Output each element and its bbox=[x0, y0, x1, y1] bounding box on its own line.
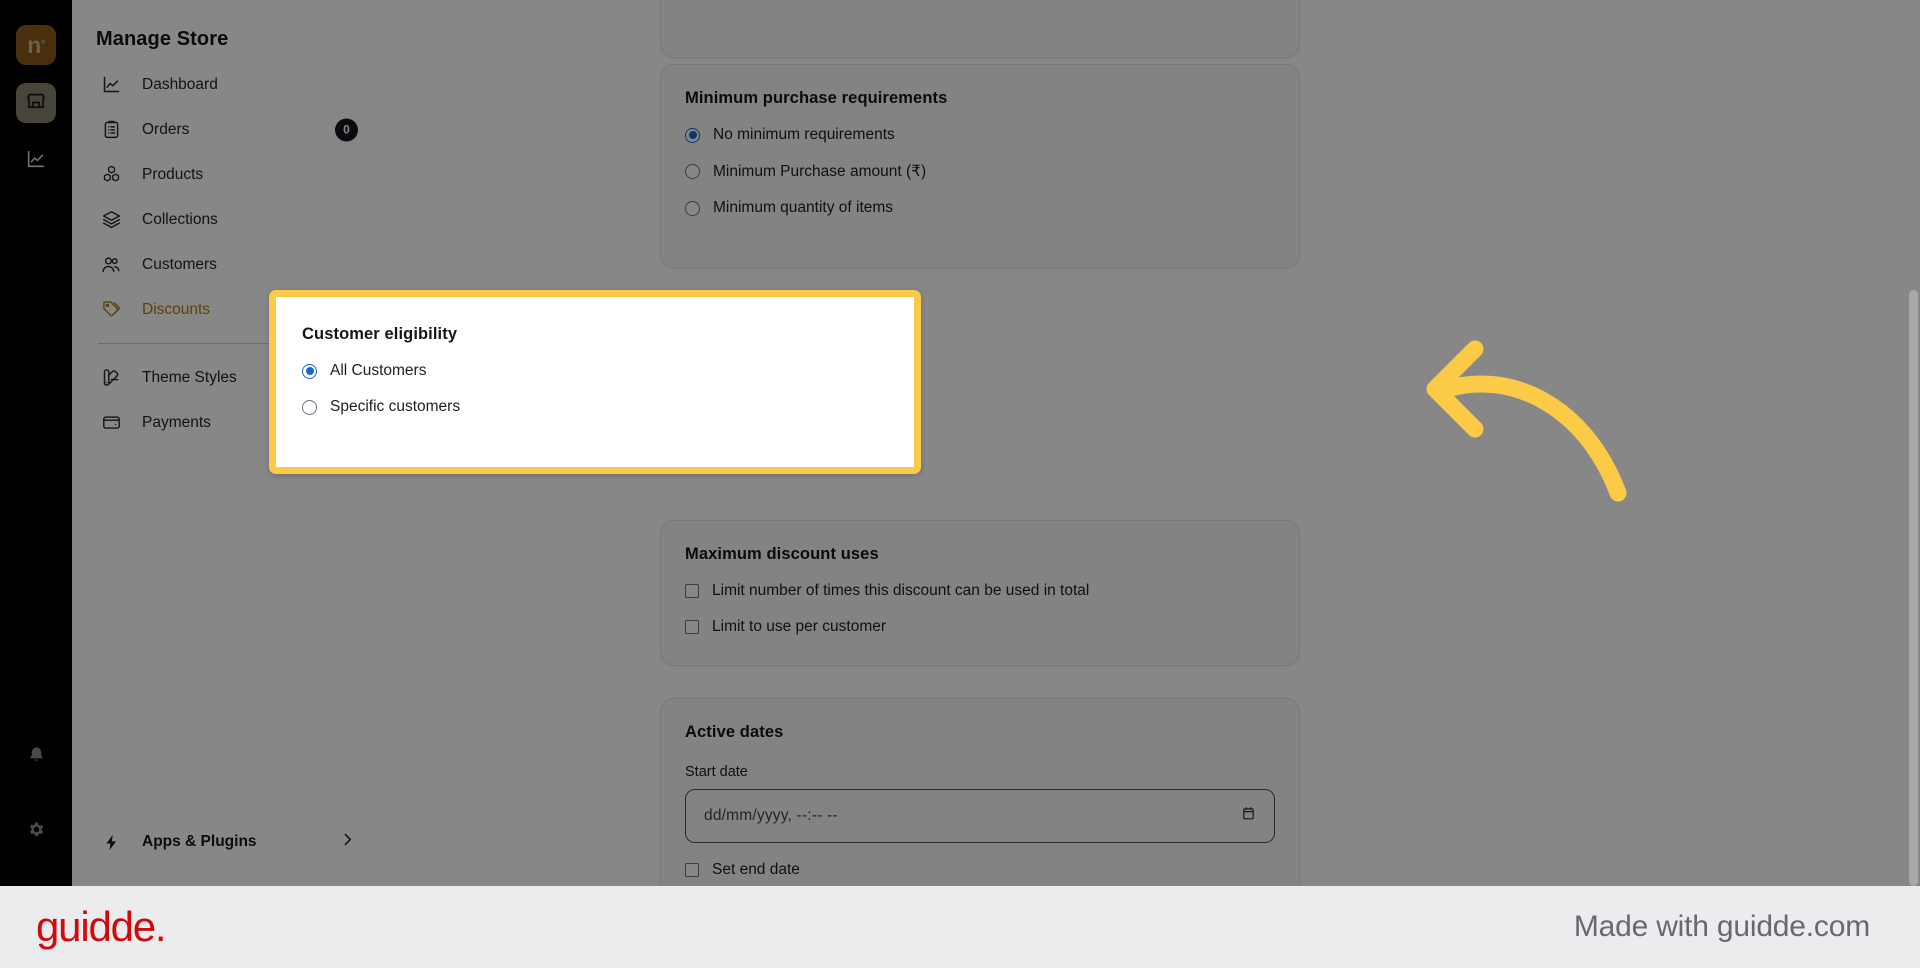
radio-label: Specific customers bbox=[330, 398, 461, 415]
radio-minimum-amount[interactable]: Minimum Purchase amount (₹) bbox=[685, 162, 1275, 181]
sidebar-item-label: Discounts bbox=[142, 300, 211, 318]
sidebar-item-label: Products bbox=[142, 165, 204, 183]
radio-all-customers[interactable]: All Customers bbox=[302, 362, 888, 380]
radio-no-minimum[interactable]: No minimum requirements bbox=[685, 126, 1275, 144]
customer-eligibility-card-highlighted: Customer eligibility All Customers Speci… bbox=[269, 290, 921, 474]
sidebar-item-label: Payments bbox=[142, 413, 211, 431]
customer-eligibility-card-inner: Customer eligibility All Customers Speci… bbox=[276, 297, 914, 467]
sidebar-item-label: Collections bbox=[142, 210, 218, 228]
chart-line-icon bbox=[98, 74, 124, 96]
palette-icon bbox=[98, 367, 124, 389]
checkbox-limit-per-customer[interactable]: Limit to use per customer bbox=[685, 618, 1275, 636]
sidebar-item-products[interactable]: Products bbox=[84, 152, 374, 197]
brand-logo[interactable]: n ° bbox=[16, 25, 56, 65]
start-date-label: Start date bbox=[685, 764, 748, 780]
gear-icon bbox=[26, 819, 47, 845]
tag-icon bbox=[98, 299, 124, 321]
radio-icon bbox=[685, 164, 700, 179]
analytics-icon bbox=[25, 148, 47, 175]
active-dates-title: Active dates bbox=[685, 723, 784, 741]
maximum-discount-uses-card: Maximum discount uses Limit number of ti… bbox=[660, 520, 1300, 666]
sidebar-item-customers[interactable]: Customers bbox=[84, 242, 374, 287]
checkbox-icon bbox=[685, 584, 699, 598]
bell-icon bbox=[26, 745, 47, 771]
clipboard-icon bbox=[98, 119, 124, 141]
boxes-icon bbox=[98, 164, 124, 186]
sidebar-item-label: Orders bbox=[142, 120, 190, 138]
checkbox-label: Limit to use per customer bbox=[712, 618, 887, 635]
start-date-placeholder: dd/mm/yyyy, --:-- -- bbox=[704, 807, 838, 824]
radio-label: All Customers bbox=[330, 362, 427, 379]
scrollbar-track[interactable] bbox=[1906, 0, 1920, 886]
radio-icon bbox=[302, 399, 317, 415]
checkbox-label: Limit number of times this discount can … bbox=[712, 582, 1090, 599]
layers-icon bbox=[98, 209, 124, 231]
page-title: Manage Store bbox=[96, 28, 229, 50]
app-viewport: n ° Manage Store Dashboard Orders 0 Prod… bbox=[0, 0, 1920, 886]
sidebar-item-label: Theme Styles bbox=[142, 368, 237, 386]
curved-arrow-left-icon bbox=[1426, 340, 1627, 502]
guidde-logo: guidde. bbox=[36, 903, 167, 950]
maximum-discount-uses-title: Maximum discount uses bbox=[685, 545, 879, 563]
radio-label: Minimum quantity of items bbox=[713, 199, 894, 216]
sidebar-item-label: Apps & Plugins bbox=[142, 833, 257, 850]
sidebar-item-orders[interactable]: Orders 0 bbox=[84, 107, 374, 152]
bolt-icon bbox=[98, 833, 124, 852]
radio-icon bbox=[302, 363, 317, 379]
radio-icon bbox=[685, 127, 700, 143]
status-badge: 0 bbox=[335, 118, 358, 141]
rail-item-analytics[interactable] bbox=[16, 141, 56, 181]
footer-caption: Made with guidde.com bbox=[1573, 910, 1870, 943]
screen-root: n ° Manage Store Dashboard Orders 0 Prod… bbox=[0, 0, 1920, 968]
rail-item-settings[interactable] bbox=[16, 812, 56, 852]
guidde-footer: guidde. Made with guidde.com bbox=[0, 886, 1920, 968]
customer-eligibility-title: Customer eligibility bbox=[302, 325, 458, 343]
sidebar-item-label: Dashboard bbox=[142, 75, 218, 93]
radio-minimum-quantity[interactable]: Minimum quantity of items bbox=[685, 199, 1275, 217]
checkbox-limit-total[interactable]: Limit number of times this discount can … bbox=[685, 582, 1275, 600]
store-icon bbox=[25, 90, 47, 117]
wallet-icon bbox=[98, 412, 124, 434]
radio-label: No minimum requirements bbox=[713, 126, 895, 143]
minimum-purchase-card: Minimum purchase requirements No minimum… bbox=[660, 64, 1300, 268]
sidebar-item-apps-plugins[interactable]: Apps & Plugins bbox=[84, 820, 374, 864]
radio-label: Minimum Purchase amount (₹) bbox=[713, 163, 927, 180]
sidebar-item-collections[interactable]: Collections bbox=[84, 197, 374, 242]
sidebar-item-label: Customers bbox=[142, 255, 217, 273]
active-dates-card: Active dates Start date dd/mm/yyyy, --:-… bbox=[660, 698, 1300, 886]
radio-specific-customers[interactable]: Specific customers bbox=[302, 398, 888, 416]
users-icon bbox=[98, 254, 124, 276]
checkbox-icon bbox=[685, 863, 699, 877]
rail-item-store[interactable] bbox=[16, 83, 56, 123]
start-date-input[interactable]: dd/mm/yyyy, --:-- -- bbox=[685, 789, 1275, 843]
brand-logo-degree: ° bbox=[40, 38, 45, 51]
checkbox-icon bbox=[685, 620, 699, 634]
minimum-purchase-title: Minimum purchase requirements bbox=[685, 89, 948, 107]
scrollbar-thumb[interactable] bbox=[1909, 290, 1918, 886]
annotation-arrow bbox=[1415, 335, 1665, 510]
rail-item-notifications[interactable] bbox=[16, 738, 56, 778]
brand-logo-text: n bbox=[27, 31, 41, 58]
rail-bottom-group bbox=[16, 738, 56, 886]
checkbox-set-end-date[interactable]: Set end date bbox=[685, 861, 1275, 879]
icon-rail: n ° bbox=[0, 0, 72, 886]
checkbox-label: Set end date bbox=[712, 861, 800, 878]
discount-value-card: Percentage ▾ 0.00 % bbox=[660, 0, 1300, 58]
sidebar-item-dashboard[interactable]: Dashboard bbox=[84, 62, 374, 107]
radio-icon bbox=[685, 200, 700, 216]
calendar-icon[interactable] bbox=[1241, 806, 1256, 827]
chevron-right-icon bbox=[339, 831, 356, 853]
